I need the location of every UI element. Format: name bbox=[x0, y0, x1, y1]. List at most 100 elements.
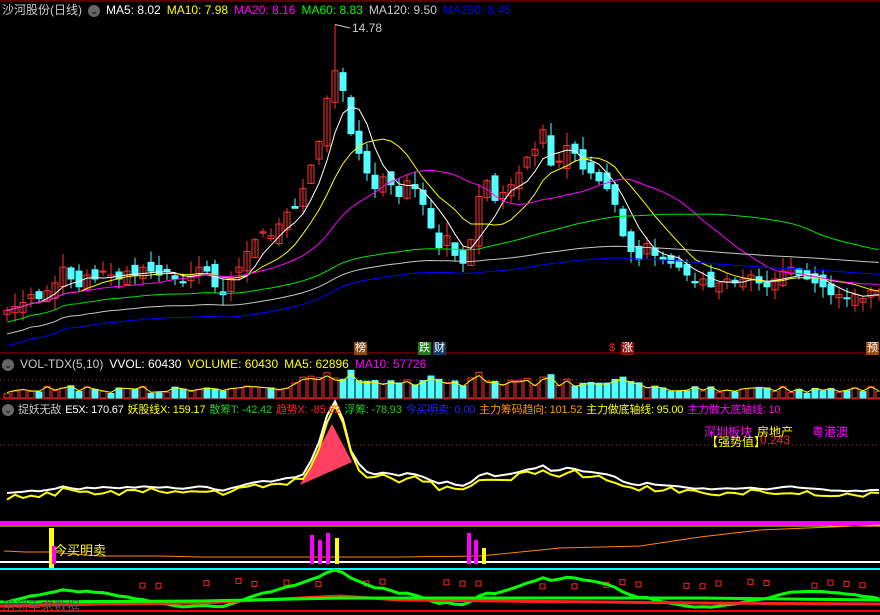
chart-canvas[interactable] bbox=[0, 0, 880, 613]
candle-down bbox=[339, 72, 347, 91]
chevron-down-icon[interactable]: ⌄ bbox=[2, 404, 14, 417]
chevron-down-icon[interactable]: ⌄ bbox=[2, 358, 14, 371]
chip-marker bbox=[315, 581, 322, 588]
volume-bar bbox=[27, 391, 35, 399]
candle-down bbox=[683, 264, 691, 276]
volume-bar bbox=[251, 386, 259, 399]
volume-bar bbox=[795, 388, 803, 399]
volume-bar bbox=[243, 385, 251, 399]
stock-chart-window: 沙河股份(日线) ⌄ MA5: 8.02 MA10: 7.98 MA20: 8.16 MA… bbox=[0, 0, 880, 614]
jmmm-label: 今买明卖 bbox=[54, 543, 107, 558]
chip-marker bbox=[475, 580, 482, 587]
volume-bar bbox=[483, 380, 491, 399]
signal-bar bbox=[310, 535, 314, 564]
volume-bar bbox=[259, 386, 267, 399]
volume-bar bbox=[691, 386, 699, 399]
event-tag-dollar[interactable]: $ bbox=[608, 342, 616, 355]
volume-bar bbox=[571, 385, 579, 399]
indicator-header: ⌄ 捉妖无敌 E5X: 170.67 妖股线X: 159.17 散筹T: -42.42 趋… bbox=[2, 402, 781, 418]
yao-value: 妖股线X: 159.17 bbox=[127, 404, 206, 416]
chip-marker bbox=[763, 579, 770, 586]
volume-bar bbox=[91, 388, 99, 399]
candle-up bbox=[99, 270, 107, 273]
volume-bar bbox=[603, 382, 611, 399]
event-tag-bang[interactable]: 榜 bbox=[354, 342, 367, 355]
chip-marker bbox=[635, 581, 642, 588]
ma120-line bbox=[6, 245, 880, 335]
candle-down bbox=[75, 270, 83, 288]
volume-bar bbox=[579, 382, 587, 399]
zdd-axis-line bbox=[0, 521, 880, 525]
volume-bar bbox=[11, 390, 19, 399]
volume-header: ⌄ VOL-TDX(5,10) VVOL: 60430 VOLUME: 60430 MA… bbox=[2, 356, 432, 372]
candle-down bbox=[147, 261, 155, 272]
volume-bar bbox=[747, 387, 755, 399]
volume-bar bbox=[355, 380, 363, 399]
signal-bar bbox=[335, 538, 339, 564]
candle-down bbox=[611, 184, 619, 205]
event-tag-yu[interactable]: 预 bbox=[866, 342, 879, 355]
volume-bar bbox=[499, 383, 507, 399]
event-tag-die[interactable]: 跌 bbox=[418, 342, 431, 355]
volume-bar bbox=[315, 377, 323, 399]
volume-bar bbox=[283, 387, 291, 399]
volume-bar bbox=[19, 389, 27, 399]
volume-bar bbox=[843, 390, 851, 399]
signal-bar bbox=[318, 540, 322, 564]
region-label: 粤港澳 bbox=[812, 425, 849, 439]
volume-bar bbox=[59, 387, 67, 399]
volume-bar bbox=[731, 391, 739, 399]
signal-bar bbox=[467, 533, 471, 564]
event-tag-cai[interactable]: 财 bbox=[433, 342, 446, 355]
high-price-label: 14.78 bbox=[352, 21, 383, 35]
candle-down bbox=[587, 162, 595, 174]
strength-label: 【强势值】 bbox=[706, 435, 767, 449]
volume-bar bbox=[363, 380, 371, 399]
volume-bar bbox=[859, 391, 867, 399]
volume-bar bbox=[187, 390, 195, 399]
chip-marker bbox=[443, 579, 450, 586]
volume-bar bbox=[227, 388, 235, 399]
chip-marker bbox=[283, 579, 290, 586]
chip-marker bbox=[235, 577, 242, 584]
ma120-value: MA120: 9.50 bbox=[368, 3, 437, 17]
indicator-name: 捉妖无敌 bbox=[18, 404, 62, 416]
volume-bar bbox=[755, 386, 763, 399]
volume-bar bbox=[203, 387, 211, 399]
volume-bar bbox=[555, 384, 563, 399]
volume-bar bbox=[763, 387, 771, 399]
ma5-value: MA5: 8.02 bbox=[106, 3, 161, 17]
candle-down bbox=[435, 232, 443, 249]
volume-bar bbox=[459, 385, 467, 399]
event-tag-zhang[interactable]: 涨 bbox=[621, 342, 634, 355]
volume-bar bbox=[211, 388, 219, 399]
main-header: 沙河股份(日线) ⌄ MA5: 8.02 MA10: 7.98 MA20: 8.16 MA… bbox=[2, 2, 517, 18]
signal-bar bbox=[474, 540, 478, 564]
vol-indicator-name: VOL-TDX(5,10) bbox=[20, 357, 104, 371]
volume-bar bbox=[715, 391, 723, 399]
candle-down bbox=[691, 280, 699, 284]
chip-marker bbox=[683, 582, 690, 589]
volume-bar bbox=[35, 391, 43, 399]
volume-bar bbox=[235, 387, 243, 399]
trend-value: 趋势X: -85.62 bbox=[275, 404, 341, 416]
ma60-value: MA60: 8.83 bbox=[301, 3, 363, 17]
volume-bar bbox=[51, 390, 59, 399]
volume-bar bbox=[339, 378, 347, 399]
volume-bar bbox=[395, 382, 403, 399]
volume-value: VOLUME: 60430 bbox=[187, 357, 279, 371]
volume-bar bbox=[267, 387, 275, 399]
volume-bar bbox=[827, 388, 835, 399]
chevron-down-icon[interactable]: ⌄ bbox=[88, 4, 100, 17]
volume-bar bbox=[411, 384, 419, 399]
volume-bar bbox=[723, 390, 731, 399]
volume-bar bbox=[771, 391, 779, 399]
candle-down bbox=[67, 267, 75, 280]
volume-bar bbox=[875, 390, 880, 399]
volume-bar bbox=[307, 375, 315, 399]
volume-bar bbox=[819, 390, 827, 399]
ma20-value: MA20: 8.16 bbox=[234, 3, 296, 17]
candle-down bbox=[179, 281, 187, 284]
volume-bar bbox=[643, 387, 651, 399]
volume-bar bbox=[531, 384, 539, 399]
